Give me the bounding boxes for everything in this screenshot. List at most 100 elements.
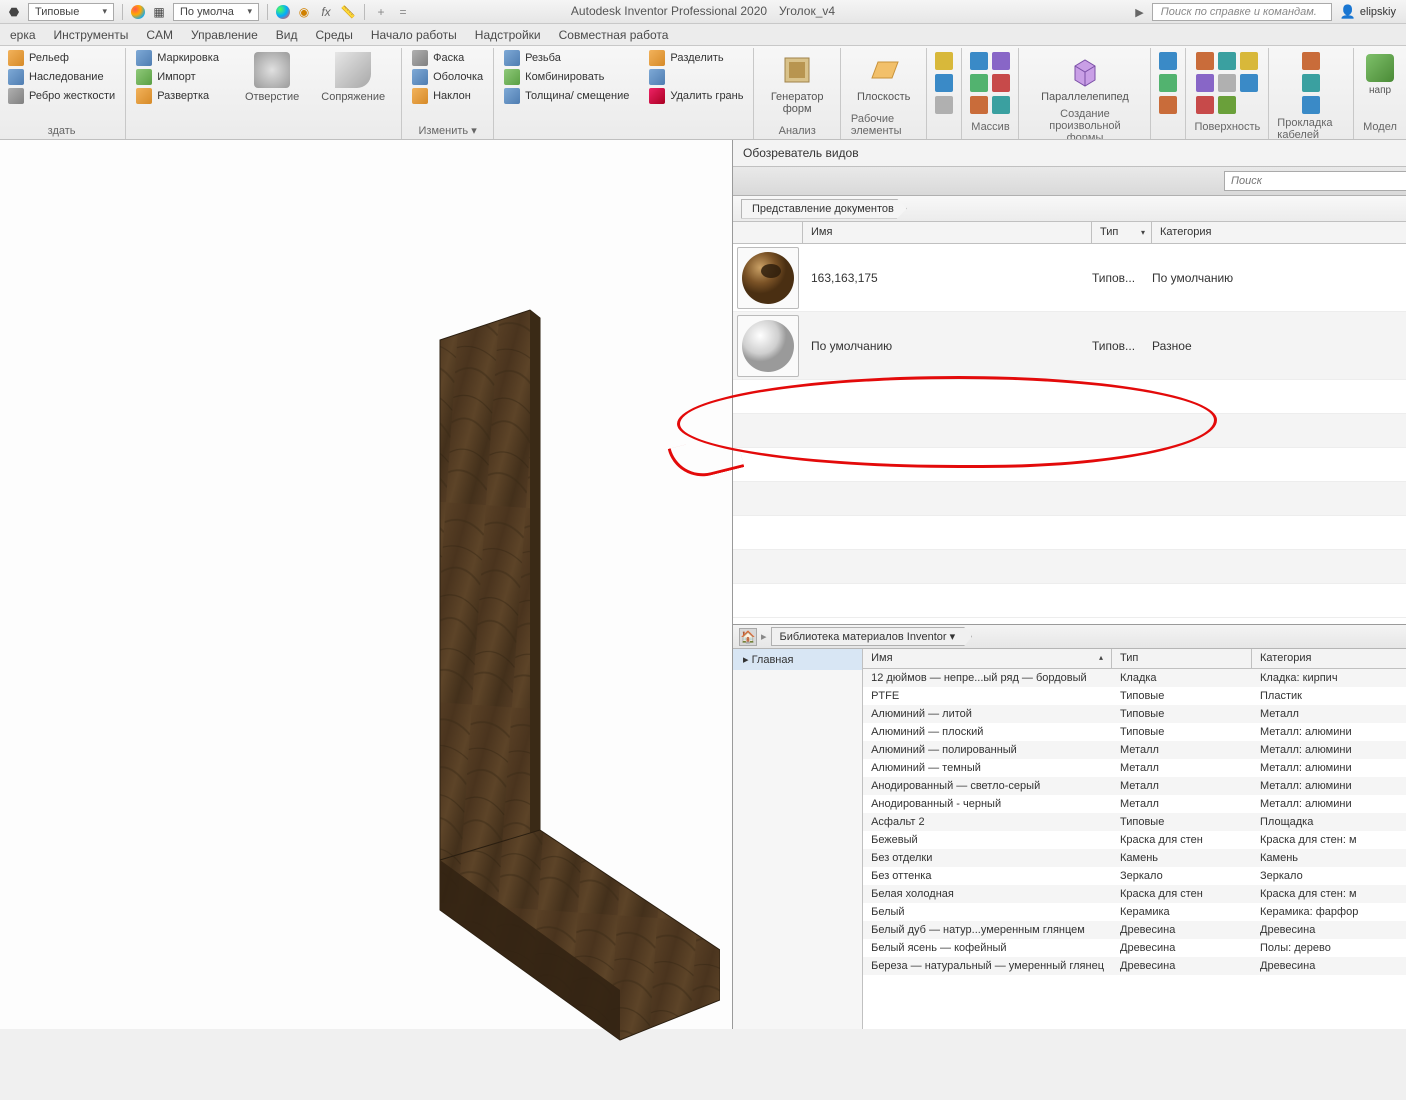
menu-item[interactable]: Совместная работа (559, 28, 669, 42)
cmd-rib[interactable]: Ребро жесткости (8, 88, 115, 104)
help-search[interactable]: Поиск по справке и командам. (1152, 3, 1332, 21)
surface-1-icon[interactable] (1159, 52, 1177, 70)
cmd-relief[interactable]: Рельеф (8, 50, 69, 66)
appearance-combo[interactable]: По умолча (173, 3, 259, 21)
fx-icon[interactable]: fx (318, 4, 334, 20)
cmd-unfold[interactable]: Развертка (136, 88, 209, 104)
user-account[interactable]: 👤 elipskiy (1340, 4, 1396, 20)
color-ball-icon[interactable] (276, 5, 290, 19)
library-row[interactable]: Анодированный — светло-серыйМеталлМеталл… (863, 777, 1406, 795)
cmd-plane[interactable]: Плоскость (851, 50, 916, 105)
cmd-markup[interactable]: Маркировка (136, 50, 219, 66)
library-row[interactable]: Белая холоднаяКраска для стенКраска для … (863, 885, 1406, 903)
panel-search-input[interactable] (1224, 171, 1406, 191)
menu-item[interactable]: Начало работы (371, 28, 457, 42)
pattern-rect-icon[interactable] (970, 52, 988, 70)
menu-item[interactable]: Надстройки (475, 28, 541, 42)
library-row[interactable]: Алюминий — литойТиповыеМеталл (863, 705, 1406, 723)
menu-item[interactable]: Управление (191, 28, 258, 42)
mirror-icon[interactable] (970, 96, 988, 114)
play-icon[interactable]: ▶ (1135, 6, 1143, 19)
pattern-y-icon[interactable] (992, 96, 1010, 114)
library-row[interactable]: Алюминий — плоскийТиповыеМеталл: алюмини (863, 723, 1406, 741)
pattern-sketch-icon[interactable] (992, 52, 1010, 70)
pattern-x-icon[interactable] (992, 74, 1010, 92)
cable-1-icon[interactable] (1302, 52, 1320, 70)
library-row[interactable]: Береза — натуральный — умеренный глянецД… (863, 957, 1406, 975)
cmd-direct[interactable] (649, 69, 665, 85)
breadcrumb-tab[interactable]: Представление документов (741, 199, 907, 219)
library-row[interactable]: Алюминий — темныйМеталлМеталл: алюмини (863, 759, 1406, 777)
menu-item[interactable]: Вид (276, 28, 298, 42)
cmd-form-generator[interactable]: Генератор форм (764, 50, 829, 117)
library-row[interactable]: Анодированный - черныйМеталлМеталл: алюм… (863, 795, 1406, 813)
library-row[interactable]: Без оттенкаЗеркалоЗеркало (863, 867, 1406, 885)
cmd-inherit[interactable]: Наследование (8, 69, 104, 85)
lib-col-category[interactable]: Категория (1252, 649, 1406, 668)
s6-icon[interactable] (1196, 96, 1214, 114)
doc-row[interactable]: По умолчанию Типов... Разное (733, 312, 1406, 380)
group-label-modify[interactable]: Изменить ▾ (419, 121, 477, 139)
cmd-model[interactable]: напр (1360, 52, 1400, 98)
picker-icon[interactable]: ◉ (296, 4, 312, 20)
library-row[interactable]: 12 дюймов — непре...ый ряд — бордовыйКла… (863, 669, 1406, 687)
cmd-import[interactable]: Импорт (136, 69, 195, 85)
library-crumb[interactable]: Библиотека материалов Inventor ▾ (771, 627, 973, 646)
menu-item[interactable]: Среды (315, 28, 352, 42)
group-label-create: здать (48, 122, 76, 139)
menu-item[interactable]: Инструменты (54, 28, 129, 42)
plus-icon[interactable]: + (373, 4, 389, 20)
cmd-combine[interactable]: Комбинировать (504, 69, 604, 85)
cable-2-icon[interactable] (1302, 74, 1320, 92)
cmd-box[interactable]: Параллелепипед (1035, 50, 1135, 105)
pattern-circ-icon[interactable] (970, 74, 988, 92)
doc-row[interactable]: 163,163,175 Типов... По умолчанию (733, 244, 1406, 312)
s11-icon[interactable] (1240, 74, 1258, 92)
library-row[interactable]: БежевыйКраска для стенКраска для стен: м (863, 831, 1406, 849)
home-icon[interactable]: 🏠 (739, 628, 757, 646)
library-row[interactable]: PTFEТиповыеПластик (863, 687, 1406, 705)
cmd-hole[interactable]: Отверстие (239, 50, 305, 105)
cmd-thicken[interactable]: Толщина/ смещение (504, 88, 629, 104)
lib-col-type[interactable]: Тип (1112, 649, 1252, 668)
point-icon[interactable] (935, 74, 953, 92)
group-label-pattern: Массив (971, 118, 1009, 135)
col-type[interactable]: Тип (1092, 222, 1152, 243)
surface-2-icon[interactable] (1159, 74, 1177, 92)
cmd-draft[interactable]: Наклон (412, 88, 471, 104)
cmd-chamfer[interactable]: Фаска (412, 50, 464, 66)
library-row[interactable]: Белый ясень — кофейныйДревесинаПолы: дер… (863, 939, 1406, 957)
ucs-icon[interactable] (935, 96, 953, 114)
equals-icon[interactable]: = (395, 4, 411, 20)
menu-item[interactable]: CAM (146, 28, 173, 42)
cmd-shell[interactable]: Оболочка (412, 69, 483, 85)
s8-icon[interactable] (1218, 74, 1236, 92)
library-row[interactable]: Белый дуб — натур...умеренным глянцемДре… (863, 921, 1406, 939)
appearance-ball-icon[interactable] (131, 5, 145, 19)
col-name[interactable]: Имя (803, 222, 1092, 243)
surface-3-icon[interactable] (1159, 96, 1177, 114)
cmd-delete-face[interactable]: Удалить грань (649, 88, 743, 104)
thumb-wood-icon (737, 247, 799, 309)
library-row[interactable]: Асфальт 2ТиповыеПлощадка (863, 813, 1406, 831)
cable-3-icon[interactable] (1302, 96, 1320, 114)
material-combo[interactable]: Типовые (28, 3, 114, 21)
ruler-icon[interactable]: 📏 (340, 4, 356, 20)
menu-item[interactable]: ерка (10, 28, 36, 42)
col-category[interactable]: Категория (1152, 222, 1406, 243)
s10-icon[interactable] (1240, 52, 1258, 70)
s5-icon[interactable] (1196, 74, 1214, 92)
library-row[interactable]: БелыйКерамикаКерамика: фарфор (863, 903, 1406, 921)
library-row[interactable]: Алюминий — полированныйМеталлМеталл: алю… (863, 741, 1406, 759)
axis-icon[interactable] (935, 52, 953, 70)
lib-col-name[interactable]: Имя (863, 649, 1112, 668)
cmd-fillet[interactable]: Сопряжение (315, 50, 391, 105)
s9-icon[interactable] (1218, 96, 1236, 114)
appearance-swatch-icon[interactable]: ▦ (151, 4, 167, 20)
cmd-split[interactable]: Разделить (649, 50, 723, 66)
library-side-item[interactable]: ▸ Главная (733, 649, 862, 670)
s4-icon[interactable] (1196, 52, 1214, 70)
cmd-thread[interactable]: Резьба (504, 50, 561, 66)
s7-icon[interactable] (1218, 52, 1236, 70)
library-row[interactable]: Без отделкиКаменьКамень (863, 849, 1406, 867)
